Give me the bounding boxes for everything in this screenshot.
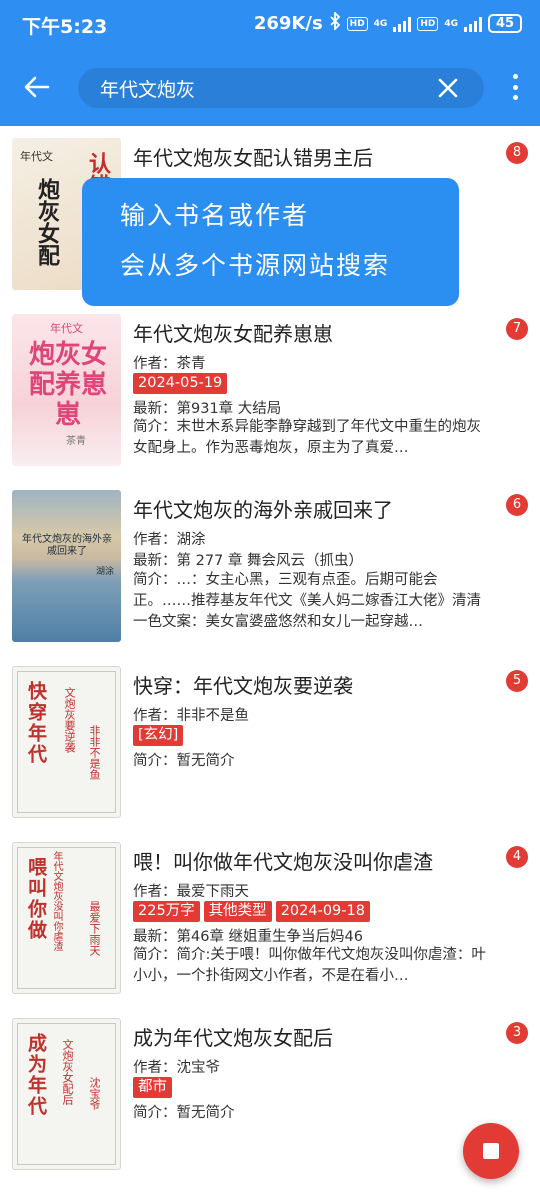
tag-genre: [玄幻]	[133, 725, 184, 746]
signal-icon-2	[464, 16, 482, 32]
network-type-2: 4G	[444, 18, 458, 29]
network-speed: 269K/s	[253, 13, 323, 34]
list-item[interactable]: 炮灰女配养崽崽 年代文 茶青 年代文炮灰女配养崽崽 作者：茶青 2024-05-…	[0, 302, 540, 478]
search-box[interactable]	[78, 68, 484, 108]
book-title: 年代文炮灰女配认错男主后	[133, 146, 373, 170]
book-cover: 年代文炮灰的海外亲戚回来了 湖涂	[12, 490, 121, 642]
book-intro: 简介：…：女主心黑，三观有点歪。后期可能会正。……推荐基友年代文《美人妈二嫁香江…	[133, 572, 481, 630]
signal-icon-1	[393, 16, 412, 32]
book-title: 年代文炮灰的海外亲戚回来了	[133, 498, 393, 522]
tag-wordcount: 225万字	[133, 901, 200, 922]
book-latest: 最新：第 277 章 舞会风云（抓虫）	[133, 553, 364, 569]
tag-genre: 都市	[133, 1077, 172, 1098]
source-count-badge: 7	[506, 318, 528, 340]
clear-icon[interactable]	[438, 78, 458, 98]
list-item[interactable]: 年代文炮灰的海外亲戚回来了 湖涂 年代文炮灰的海外亲戚回来了 作者：湖涂 最新：…	[0, 478, 540, 654]
source-count-badge: 6	[506, 494, 528, 516]
search-hint-tooltip: 输入书名或作者 会从多个书源网站搜索	[82, 178, 459, 306]
more-menu-icon[interactable]	[512, 74, 518, 100]
cover-title: 炮灰女配养崽崽	[28, 340, 107, 430]
book-author: 作者：茶青	[133, 356, 206, 372]
list-item[interactable]: 快穿年代 文炮灰要逆袭 非非不是鱼 快穿：年代文炮灰要逆袭 作者：非非不是鱼 […	[0, 654, 540, 830]
tag-row: 2024-05-19	[133, 373, 228, 394]
book-intro: 简介：暂无简介	[133, 1105, 235, 1121]
list-item[interactable]: 成为年代 文炮灰女配后 沈宝爷 成为年代文炮灰女配后 作者：沈宝爷 都市 简介：…	[0, 1006, 540, 1182]
book-latest: 最新：第931章 大结局	[133, 401, 282, 417]
cover-title: 成为年代	[25, 1033, 47, 1117]
book-cover: 成为年代 文炮灰女配后 沈宝爷	[12, 1018, 121, 1170]
cover-author: 非非不是鱼	[88, 725, 101, 780]
book-cover: 快穿年代 文炮灰要逆袭 非非不是鱼	[12, 666, 121, 818]
tag-date: 2024-05-19	[133, 373, 228, 394]
cover-subtitle: 年代文	[20, 150, 53, 163]
bluetooth-icon	[329, 10, 341, 35]
battery-icon: 45	[488, 14, 522, 33]
book-intro: 简介：末世木系异能李静穿越到了年代文中重生的炮灰女配身上。作为恶毒炮灰，原主为了…	[133, 419, 481, 456]
cover-subtitle: 文炮灰要逆袭	[63, 687, 76, 753]
hd-icon-2: HD	[417, 16, 439, 31]
tag-genre: 其他类型	[203, 901, 272, 922]
tag-date: 2024-09-18	[275, 901, 370, 922]
app-bar	[0, 62, 540, 112]
stop-icon	[483, 1143, 499, 1159]
book-title: 快穿：年代文炮灰要逆袭	[133, 674, 353, 698]
hd-icon: HD	[346, 16, 368, 31]
status-indicators: 269K/s HD 4G HD 4G 45	[253, 10, 522, 35]
tag-row: 225万字 其他类型 2024-09-18	[133, 901, 370, 922]
cover-author: 茶青	[66, 436, 86, 447]
cover-subtitle: 年代文	[50, 322, 83, 335]
source-count-badge: 3	[506, 1022, 528, 1044]
status-time: 下午5:23	[22, 16, 108, 38]
tag-row: 都市	[133, 1077, 172, 1098]
cover-subtitle: 年代文炮灰没叫你虐渣	[51, 851, 62, 951]
cover-title: 年代文炮灰的海外亲戚回来了	[22, 534, 112, 557]
book-title: 成为年代文炮灰女配后	[133, 1026, 333, 1050]
source-count-badge: 5	[506, 670, 528, 692]
back-arrow-icon[interactable]	[22, 72, 52, 102]
tooltip-line-2: 会从多个书源网站搜索	[120, 251, 391, 280]
book-title: 年代文炮灰女配养崽崽	[133, 322, 333, 346]
book-latest: 最新：第46章 继姐重生争当后妈46	[133, 929, 364, 945]
list-item[interactable]: 喂叫你做 年代文炮灰没叫你虐渣 最爱下雨天 喂！叫你做年代文炮灰没叫你虐渣 作者…	[0, 830, 540, 1006]
tag-row: [玄幻]	[133, 725, 184, 746]
top-bar: 下午5:23 269K/s HD 4G HD 4G 45	[0, 0, 540, 126]
cover-author: 最爱下雨天	[88, 901, 101, 956]
source-count-badge: 4	[506, 846, 528, 868]
network-type-1: 4G	[373, 18, 388, 29]
stop-search-button[interactable]	[463, 1123, 519, 1179]
cover-author: 沈宝爷	[88, 1077, 101, 1110]
source-count-badge: 8	[506, 142, 528, 164]
book-title: 喂！叫你做年代文炮灰没叫你虐渣	[133, 850, 433, 874]
book-author: 作者：沈宝爷	[133, 1060, 220, 1076]
book-intro: 简介：暂无简介	[133, 753, 235, 769]
search-input[interactable]	[100, 76, 420, 100]
book-cover: 炮灰女配养崽崽 年代文 茶青	[12, 314, 121, 466]
cover-title: 快穿年代	[25, 681, 47, 765]
cover-author: 湖涂	[96, 567, 115, 577]
book-author: 作者：非非不是鱼	[133, 708, 249, 724]
tooltip-line-1: 输入书名或作者	[120, 201, 310, 230]
cover-subtitle: 文炮灰女配后	[61, 1039, 74, 1105]
book-intro: 简介：简介:关于喂！叫你做年代文炮灰没叫你虐渣：叶小小，一个扑街网文小作者，不是…	[133, 947, 486, 984]
book-author: 作者：最爱下雨天	[133, 884, 249, 900]
status-bar: 下午5:23 269K/s HD 4G HD 4G 45	[0, 0, 540, 50]
book-cover: 喂叫你做 年代文炮灰没叫你虐渣 最爱下雨天	[12, 842, 121, 994]
book-author: 作者：湖涂	[133, 532, 206, 548]
cover-title: 喂叫你做	[25, 857, 47, 941]
